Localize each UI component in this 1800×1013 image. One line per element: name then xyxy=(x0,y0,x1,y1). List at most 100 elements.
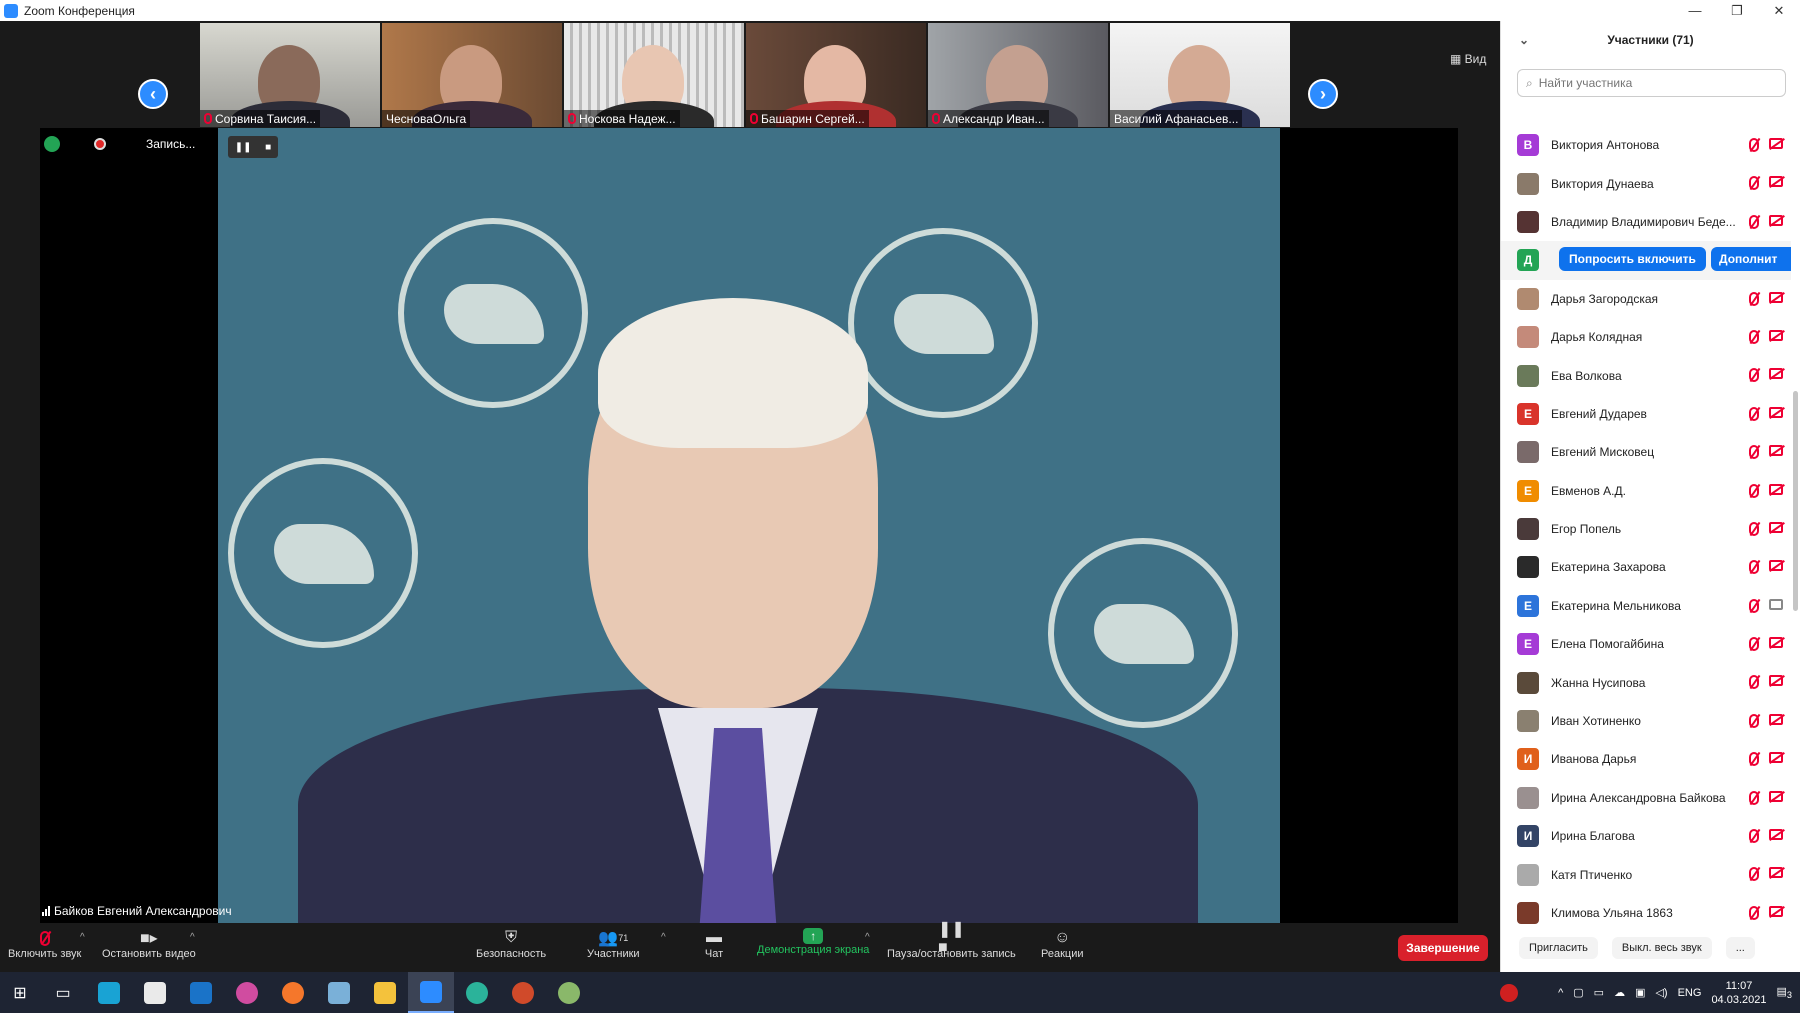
battery-icon[interactable]: ▭ xyxy=(1594,986,1604,999)
participant-row[interactable]: Виктория Дунаева xyxy=(1501,164,1791,202)
video-options-caret[interactable]: ^ xyxy=(190,932,195,943)
video-thumbnail[interactable]: Башарин Сергей... xyxy=(746,23,926,127)
participant-row[interactable]: Е Елена Помогайбина xyxy=(1501,625,1791,663)
cloud-icon[interactable]: ☁ xyxy=(1614,986,1625,999)
file-explorer-icon[interactable] xyxy=(362,972,408,1013)
stop-video-button[interactable]: ■▸ Остановить видео xyxy=(102,928,196,960)
ask-to-unmute-button[interactable]: Попросить включить xyxy=(1559,247,1706,272)
mic-muted-icon xyxy=(1749,675,1759,690)
end-meeting-button[interactable]: Завершение xyxy=(1398,935,1488,961)
stop-recording-button[interactable]: ■ xyxy=(265,142,271,153)
participant-row[interactable]: Жанна Нусипова xyxy=(1501,663,1791,701)
mail-icon[interactable] xyxy=(178,972,224,1013)
volume-icon[interactable]: ◁) xyxy=(1655,986,1667,999)
search-input[interactable] xyxy=(1538,76,1759,90)
chat-button[interactable]: ▬ Чат xyxy=(702,928,726,960)
more-options-button[interactable]: ... xyxy=(1725,937,1755,959)
participant-row[interactable]: Егор Попель xyxy=(1501,510,1791,548)
app-l-icon[interactable] xyxy=(86,972,132,1013)
restore-button[interactable]: ❐ xyxy=(1716,0,1758,21)
view-button[interactable]: ▦ Вид xyxy=(1450,52,1486,66)
speaker-name-label: Байков Евгений Александрович xyxy=(42,904,232,918)
video-off-icon xyxy=(1769,675,1783,687)
video-off-icon xyxy=(1769,637,1783,649)
video-off-icon xyxy=(1769,752,1783,764)
device-icon[interactable]: ▢ xyxy=(1573,986,1583,999)
mic-muted-icon xyxy=(1749,368,1759,383)
video-thumbnail[interactable]: Носкова Надеж... xyxy=(564,23,744,127)
task-view-icon[interactable]: ▭ xyxy=(40,972,86,1013)
chevron-down-icon[interactable]: ⌄ xyxy=(1519,33,1529,47)
avatar xyxy=(1517,172,1539,195)
participant-row[interactable]: Владимир Владимирович Беде... xyxy=(1501,203,1791,241)
participant-row[interactable]: Екатерина Захарова xyxy=(1501,548,1791,586)
smiley-icon: ☺ xyxy=(1054,929,1071,946)
system-tray: ^ ▢ ▭ ☁ ▣ ◁) ENG 11:07 04.03.2021 ▤3 xyxy=(1500,972,1800,1013)
store-icon[interactable] xyxy=(132,972,178,1013)
participant-search[interactable]: ⌕ xyxy=(1517,69,1786,97)
network-icon[interactable]: ▣ xyxy=(1635,986,1645,999)
firefox-icon[interactable] xyxy=(270,972,316,1013)
music-icon[interactable] xyxy=(224,972,270,1013)
recording-controls: ❚❚ ■ xyxy=(228,136,278,158)
language-indicator[interactable]: ENG xyxy=(1678,987,1702,999)
participant-row[interactable]: Д Попросить включить Дополнит xyxy=(1501,241,1791,280)
encryption-shield-icon[interactable] xyxy=(44,136,60,152)
share-screen-button[interactable]: ↑ Демонстрация экрана xyxy=(757,928,869,956)
participant-row[interactable]: Дарья Колядная xyxy=(1501,318,1791,356)
participant-row[interactable]: Ева Волкова xyxy=(1501,356,1791,394)
pause-recording-button[interactable]: ❚❚ xyxy=(235,142,252,153)
participants-button[interactable]: 👥 71 Участники xyxy=(587,928,640,960)
antivirus-icon[interactable] xyxy=(1500,983,1519,1002)
clock[interactable]: 11:07 04.03.2021 xyxy=(1711,979,1766,1007)
participant-row[interactable]: Евгений Мисковец xyxy=(1501,433,1791,471)
share-options-caret[interactable]: ^ xyxy=(865,932,870,943)
app-icon[interactable] xyxy=(316,972,362,1013)
pause-stop-recording-button[interactable]: ❚❚ ■ Пауза/остановить запись xyxy=(887,921,1016,960)
mic-muted-icon xyxy=(1749,637,1759,652)
video-thumbnail[interactable]: Александр Иван... xyxy=(928,23,1108,127)
participant-row[interactable]: Е Екатерина Мельникова xyxy=(1501,587,1791,625)
gallery-prev-button[interactable]: ‹ xyxy=(138,79,168,109)
mic-muted-icon xyxy=(1749,329,1759,344)
thumbnail-name: Александр Иван... xyxy=(943,111,1045,126)
video-off-icon xyxy=(1769,368,1783,380)
participants-options-caret[interactable]: ^ xyxy=(661,932,666,943)
mic-muted-icon xyxy=(1749,214,1759,229)
gallery-next-button[interactable]: › xyxy=(1308,79,1338,109)
mic-muted-icon xyxy=(1749,176,1759,191)
minimize-button[interactable]: — xyxy=(1674,0,1716,21)
chevron-up-icon[interactable]: ^ xyxy=(1558,987,1563,999)
participant-row[interactable]: И Ирина Благова xyxy=(1501,817,1791,855)
participant-row[interactable]: И Иванова Дарья xyxy=(1501,740,1791,778)
participant-row[interactable]: Дарья Загородская xyxy=(1501,280,1791,318)
zoom-taskbar-icon[interactable] xyxy=(408,972,454,1013)
participant-more-button[interactable]: Дополнит xyxy=(1711,247,1791,272)
participant-row[interactable]: Катя Птиченко xyxy=(1501,855,1791,893)
invite-button[interactable]: Пригласить xyxy=(1519,937,1598,959)
notification-icon[interactable]: ▤3 xyxy=(1777,985,1793,1000)
mute-all-button[interactable]: Выкл. весь звук xyxy=(1611,937,1712,959)
panel-scrollbar[interactable] xyxy=(1793,391,1798,611)
edge-icon[interactable] xyxy=(454,972,500,1013)
powerpoint-icon[interactable] xyxy=(500,972,546,1013)
participant-row[interactable]: В Виктория Антонова xyxy=(1501,126,1791,164)
video-thumbnail[interactable]: Василий Афанасьев... xyxy=(1110,23,1290,127)
video-thumbnail[interactable]: Сорвина Таисия... xyxy=(200,23,380,127)
avatar xyxy=(1517,210,1539,233)
participant-row[interactable]: Е Евгений Дударев xyxy=(1501,395,1791,433)
audio-options-caret[interactable]: ^ xyxy=(80,932,85,943)
participant-row[interactable]: Е Евменов А.Д. xyxy=(1501,472,1791,510)
video-off-icon xyxy=(1769,867,1783,879)
windows-start-icon[interactable]: ⊞ xyxy=(0,972,40,1013)
participant-row[interactable]: Иван Хотиненко xyxy=(1501,702,1791,740)
video-thumbnail[interactable]: ЧесноваОльга xyxy=(382,23,562,127)
close-button[interactable]: ✕ xyxy=(1758,0,1800,21)
video-camera-icon xyxy=(1769,598,1783,610)
unmute-button[interactable]: Включить звук xyxy=(8,928,81,960)
paint-icon[interactable] xyxy=(546,972,592,1013)
video-off-icon xyxy=(1769,329,1783,341)
reactions-button[interactable]: ☺ Реакции xyxy=(1041,928,1084,960)
participant-row[interactable]: Ирина Александровна Байкова xyxy=(1501,779,1791,817)
security-button[interactable]: ⛨ Безопасность xyxy=(476,928,546,960)
